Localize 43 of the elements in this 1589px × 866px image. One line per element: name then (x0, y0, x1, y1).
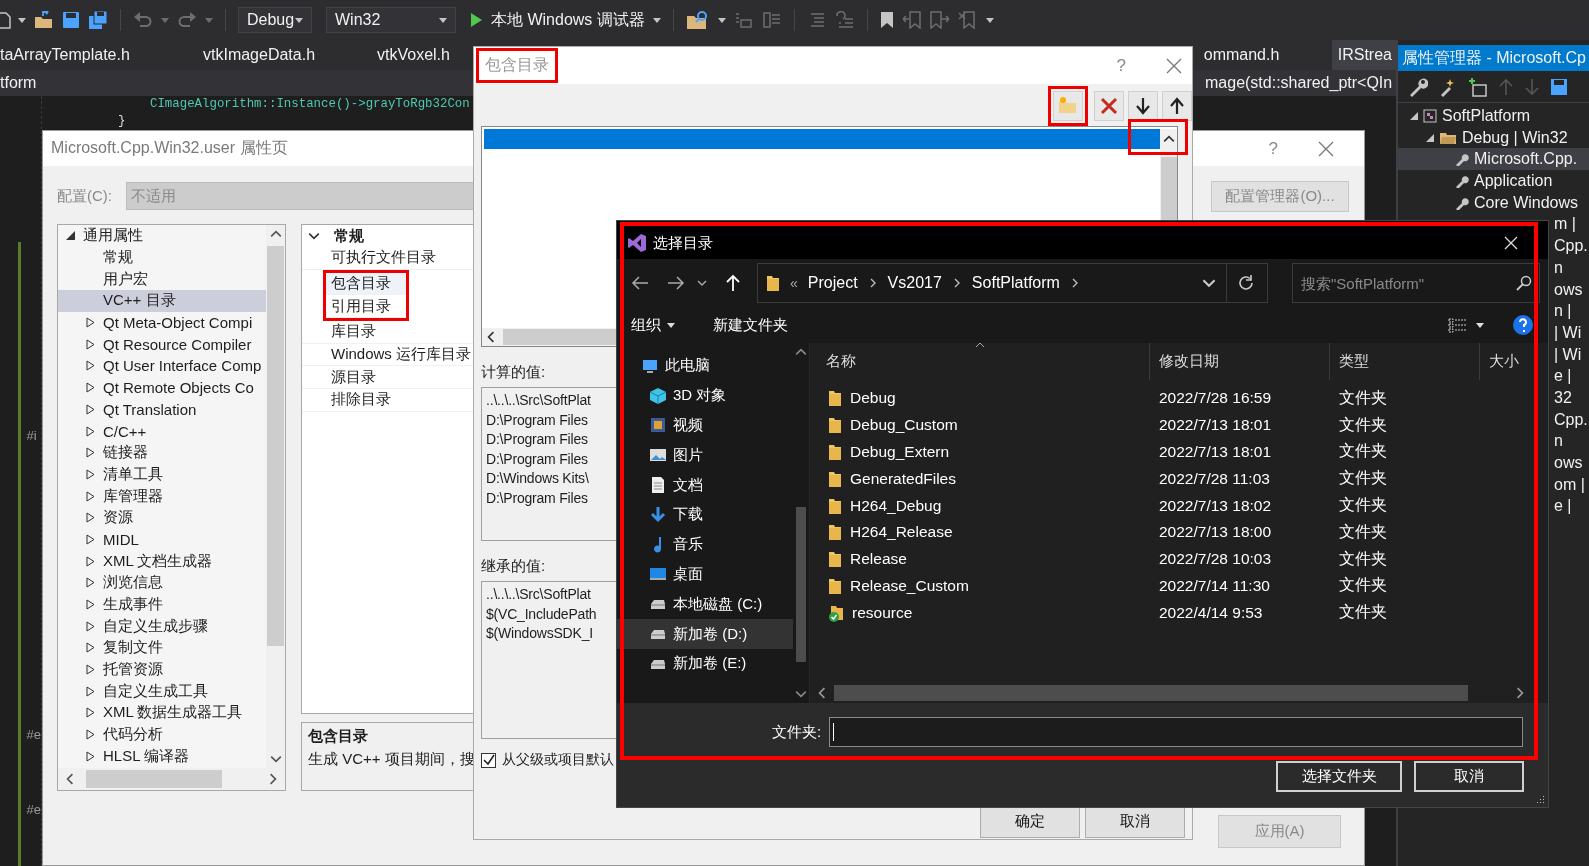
value-line: D:\Program Files (486, 430, 588, 450)
description-text: 生成 VC++ 项目期间，搜 (308, 750, 475, 769)
value-line: D:\Program Files (486, 488, 588, 508)
type-cell-text: 文件夹 (1338, 441, 1388, 462)
type-cell-text: 文件夹 (1338, 602, 1388, 623)
date-cell-text: 2022/7/28 16:59 (1158, 389, 1273, 408)
code-line: } (118, 113, 126, 130)
window-title: 选择目录 (653, 233, 713, 253)
date-cell-text: 2022/7/13 18:01 (1158, 443, 1273, 461)
code-line: CImageAlgorithm::Instance()->grayToRgb32Con (150, 96, 470, 113)
window-title: Microsoft.Cpp.Win32.user 属性页 (51, 138, 288, 158)
date-cell-text: 2022/7/28 10:03 (1158, 550, 1273, 569)
panel-title: 属性管理器 - Microsoft.Cp (1398, 45, 1589, 71)
window-title: 包含目录 (485, 55, 549, 75)
field-label: 配置(C): (57, 186, 113, 206)
description-title: 包含目录 (308, 727, 368, 746)
value-line: $(WindowsSDK_I (486, 624, 593, 644)
date-cell-text: 2022/4/14 9:53 (1158, 603, 1264, 622)
type-cell-text: 文件夹 (1338, 414, 1388, 435)
field-label: 文件夹: (772, 722, 822, 742)
value-line: D:\Windows Kits\ (486, 469, 589, 489)
value-line: D:\Program Files (486, 410, 588, 430)
section-label: 继承的值: (481, 557, 546, 576)
type-cell-text: 文件夹 (1338, 468, 1388, 489)
value-line: D:\Program Files (486, 449, 588, 469)
value-line: ..\..\..\Src\SoftPlat (486, 585, 591, 604)
type-cell-text: 文件夹 (1338, 387, 1388, 408)
type-cell-text: 文件夹 (1338, 548, 1388, 569)
date-cell-text: 2022/7/13 18:02 (1158, 496, 1273, 515)
section-label: 计算的值: (481, 363, 546, 382)
code-text: #e (26, 801, 41, 819)
date-cell-text: 2022/7/13 18:01 (1158, 416, 1273, 435)
type-cell-text: 文件夹 (1338, 575, 1388, 596)
date-cell-text: 2022/7/28 11:03 (1158, 469, 1271, 488)
code-text: #e (26, 726, 41, 744)
type-cell-text: 文件夹 (1338, 495, 1388, 516)
type-cell-text: 文件夹 (1338, 521, 1388, 542)
value-line: $(VC_IncludePath (486, 604, 597, 624)
date-cell-text: 2022/7/14 11:30 (1158, 576, 1271, 595)
date-cell-text: 2022/7/13 18:00 (1158, 523, 1273, 542)
value-line: ..\..\..\Src\SoftPlat (486, 391, 591, 410)
code-text: #i (26, 427, 38, 445)
checkbox-label: 从父级或项目默认 (502, 751, 614, 769)
